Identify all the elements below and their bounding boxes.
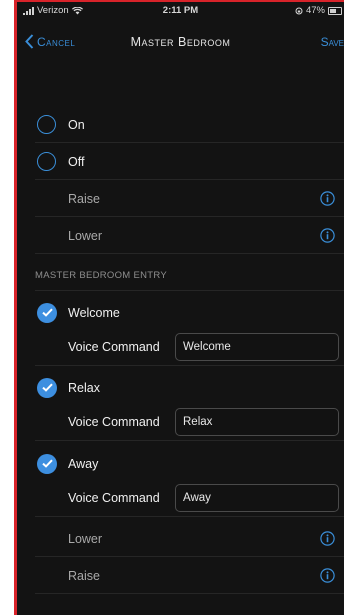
voice-command-row: Voice Command bbox=[17, 403, 344, 441]
option-row-raise[interactable]: Raise bbox=[17, 180, 344, 217]
scene-row-lower[interactable]: Lower bbox=[17, 520, 344, 557]
option-row-on[interactable]: On bbox=[17, 106, 344, 143]
row-divider bbox=[35, 593, 344, 594]
scene-label: Away bbox=[68, 456, 99, 471]
voice-command-input[interactable] bbox=[175, 484, 339, 512]
radio-on[interactable] bbox=[37, 115, 56, 134]
radio-off[interactable] bbox=[37, 152, 56, 171]
voice-command-row: Voice Command bbox=[17, 328, 344, 366]
voice-command-input[interactable] bbox=[175, 408, 339, 436]
page-title: Master Bedroom bbox=[130, 35, 231, 49]
section-header: MASTER BEDROOM ENTRY bbox=[35, 270, 167, 281]
section-divider bbox=[35, 290, 344, 291]
scene-row-away[interactable]: Away bbox=[17, 445, 344, 482]
info-icon[interactable] bbox=[320, 531, 335, 546]
battery-status: 47% bbox=[295, 5, 342, 16]
scene-label: Relax bbox=[68, 380, 100, 395]
info-icon[interactable] bbox=[320, 228, 335, 243]
option-label: On bbox=[68, 117, 85, 132]
row-divider bbox=[35, 516, 344, 517]
checkmark-icon[interactable] bbox=[37, 377, 57, 398]
option-label: Off bbox=[68, 154, 85, 169]
option-row-off[interactable]: Off bbox=[17, 143, 344, 180]
voice-command-row: Voice Command bbox=[17, 479, 344, 517]
checkmark-icon[interactable] bbox=[37, 302, 57, 323]
save-button[interactable]: Save bbox=[321, 35, 344, 49]
scene-label: Welcome bbox=[68, 305, 120, 320]
battery-icon bbox=[328, 6, 342, 15]
info-icon[interactable] bbox=[320, 191, 335, 206]
screenshot-frame: Verizon 2:11 PM 47% Cancel Master Bedroo… bbox=[0, 0, 344, 615]
option-label: Lower bbox=[68, 228, 103, 243]
option-row-lower[interactable]: Lower bbox=[17, 217, 344, 254]
row-divider bbox=[35, 365, 344, 366]
row-divider bbox=[35, 440, 344, 441]
checkmark-icon[interactable] bbox=[37, 453, 57, 474]
option-label: Lower bbox=[68, 531, 103, 546]
navigation-bar: Cancel Master Bedroom Save bbox=[17, 24, 344, 62]
scene-row-relax[interactable]: Relax bbox=[17, 369, 344, 406]
voice-command-label: Voice Command bbox=[68, 415, 160, 429]
status-bar: Verizon 2:11 PM 47% bbox=[17, 2, 344, 20]
row-divider bbox=[35, 253, 344, 254]
scene-row-welcome[interactable]: Welcome bbox=[17, 294, 344, 331]
battery-percent: 47% bbox=[305, 5, 325, 16]
option-label: Raise bbox=[68, 191, 100, 206]
voice-command-label: Voice Command bbox=[68, 491, 160, 505]
phone-screen: Verizon 2:11 PM 47% Cancel Master Bedroo… bbox=[17, 2, 344, 615]
option-label: Raise bbox=[68, 568, 100, 583]
voice-command-label: Voice Command bbox=[68, 340, 160, 354]
voice-command-input[interactable] bbox=[175, 333, 339, 361]
scene-row-raise[interactable]: Raise bbox=[17, 557, 344, 594]
lock-rotation-icon bbox=[295, 7, 303, 14]
info-icon[interactable] bbox=[320, 568, 335, 583]
